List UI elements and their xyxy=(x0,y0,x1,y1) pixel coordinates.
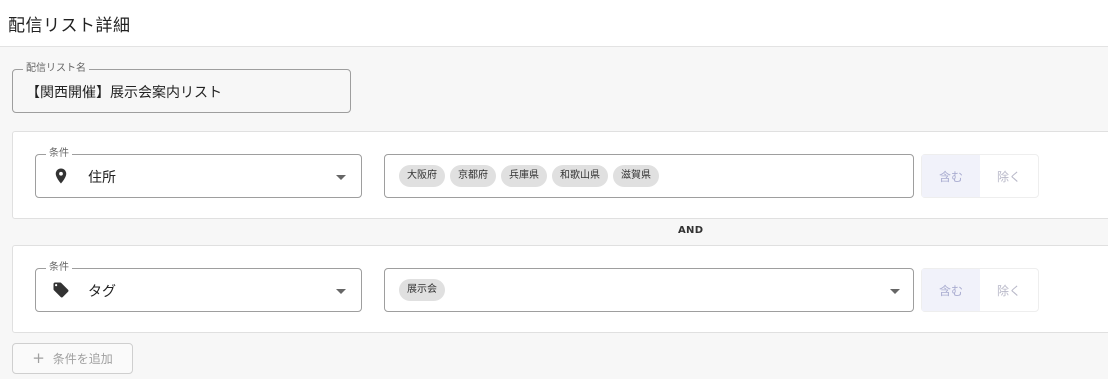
add-condition-button[interactable]: + 条件を追加 xyxy=(12,343,133,374)
chevron-down-icon[interactable] xyxy=(336,289,346,294)
value-chips: 展示会 xyxy=(399,279,445,301)
exclude-button[interactable]: 除く xyxy=(980,269,1038,311)
condition-type-label: タグ xyxy=(88,284,116,300)
value-chip[interactable]: 大阪府 xyxy=(399,165,445,187)
condition-values-field[interactable]: 大阪府 京都府 兵庫県 和歌山県 滋賀県 xyxy=(384,154,914,198)
condition-legend: 条件 xyxy=(46,262,72,274)
value-chip[interactable]: 兵庫県 xyxy=(501,165,547,187)
page-title: 配信リスト詳細 xyxy=(8,16,131,36)
operator-label: AND xyxy=(678,225,704,236)
condition-values-field[interactable]: 展示会 xyxy=(384,268,914,312)
condition-legend: 条件 xyxy=(46,148,72,160)
page-header: 配信リスト詳細 xyxy=(0,0,1108,47)
value-chip[interactable]: 滋賀県 xyxy=(613,165,659,187)
value-chip[interactable]: 展示会 xyxy=(399,279,445,301)
add-condition-label: 条件を追加 xyxy=(52,352,113,366)
include-exclude-toggle: 含む 除く xyxy=(921,268,1039,312)
value-chip[interactable]: 京都府 xyxy=(450,165,496,187)
value-chips: 大阪府 京都府 兵庫県 和歌山県 滋賀県 xyxy=(399,165,659,187)
chevron-down-icon[interactable] xyxy=(890,289,900,294)
tag-icon xyxy=(53,282,69,298)
list-name-field[interactable]: 配信リスト名 【関西開催】展示会案内リスト xyxy=(12,63,351,113)
value-chip[interactable]: 和歌山県 xyxy=(552,165,608,187)
condition-type-select[interactable]: 条件 住所 xyxy=(35,148,362,198)
list-name-legend: 配信リスト名 xyxy=(23,63,89,75)
chevron-down-icon[interactable] xyxy=(336,175,346,180)
condition-card: 条件 タグ 展示会 含む 除く xyxy=(12,245,1108,333)
condition-card: 条件 住所 大阪府 京都府 兵庫県 和歌山県 滋賀県 含む 除く xyxy=(12,131,1108,219)
include-button[interactable]: 含む xyxy=(922,155,980,197)
content-area: 配信リスト名 【関西開催】展示会案内リスト 条件 住所 大阪府 京都府 兵庫県 … xyxy=(0,47,1108,379)
condition-type-select[interactable]: 条件 タグ xyxy=(35,262,362,312)
plus-icon: + xyxy=(32,349,45,367)
exclude-button[interactable]: 除く xyxy=(980,155,1038,197)
include-button[interactable]: 含む xyxy=(922,269,980,311)
include-exclude-toggle: 含む 除く xyxy=(921,154,1039,198)
list-name-value: 【関西開催】展示会案内リスト xyxy=(26,85,222,101)
condition-type-label: 住所 xyxy=(88,170,116,186)
location-pin-icon xyxy=(55,168,67,184)
